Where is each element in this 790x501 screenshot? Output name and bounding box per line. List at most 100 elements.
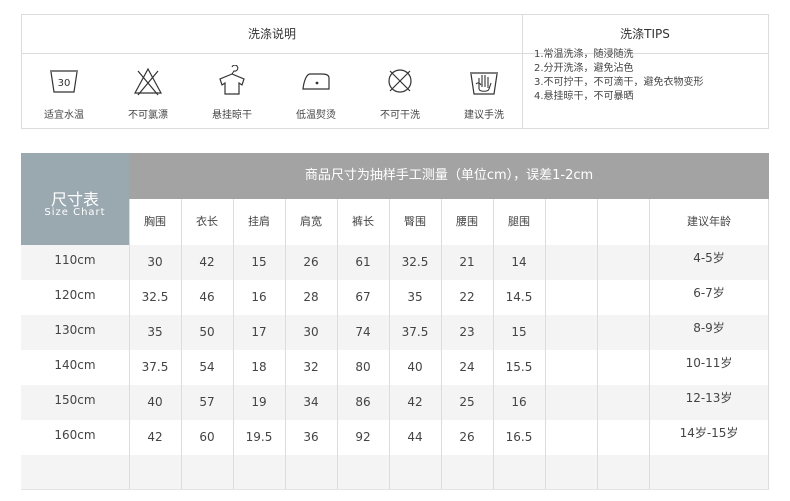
measurement-cell: 37.5 (401, 325, 429, 339)
measurement-cell: 40 (407, 360, 423, 374)
measurement-cell: 15 (511, 325, 527, 339)
age-cell: 4-5岁 (693, 251, 725, 265)
measurement-cell (597, 245, 649, 280)
measurement-cell (545, 455, 597, 490)
measurement-cell: 26 (303, 255, 319, 269)
measurement-cell (545, 280, 597, 315)
column-header: 腰围 (456, 215, 478, 228)
measurement-cell: 28 (303, 290, 319, 304)
size-label (21, 455, 129, 490)
size-chart-badge: 尺寸表 Size Chart (21, 153, 129, 245)
tip-line: 4.悬挂晾干，不可暴晒 (534, 91, 634, 102)
measurement-cell: 16 (511, 395, 527, 409)
size-chart: 尺寸表 Size Chart 商品尺寸为抽样手工测量（单位cm），误差1-2cm… (21, 153, 769, 490)
grid-line (493, 199, 494, 490)
symbol-label: 不可氯漂 (128, 110, 168, 121)
measurement-cell: 15 (251, 255, 267, 269)
column-header: 胸围 (144, 215, 166, 228)
measurement-cell (337, 455, 389, 490)
column-header (597, 199, 649, 245)
column-header: 衣长 (196, 215, 218, 228)
care-symbol-handwash: 建议手洗 (444, 53, 524, 128)
measurement-cell (545, 245, 597, 280)
grid-line (337, 199, 338, 490)
measurement-cell: 42 (407, 395, 423, 409)
hang-dry-icon (219, 65, 245, 95)
measurement-cell: 86 (355, 395, 371, 409)
age-cell: 12-13岁 (685, 391, 733, 405)
measurement-cell: 61 (355, 255, 371, 269)
wash-30-icon: 30 (50, 70, 78, 93)
symbol-label: 建议手洗 (464, 110, 504, 121)
measurement-cell: 15.5 (505, 360, 533, 374)
measurement-cell: 22 (459, 290, 475, 304)
column-header: 肩宽 (300, 215, 322, 228)
column-header: 挂肩 (248, 215, 270, 228)
measurement-cell: 60 (199, 430, 215, 444)
care-symbol-iron: 低温熨烫 (276, 53, 356, 128)
tip-line: 1.常温洗涤，随浸随洗 (534, 49, 634, 60)
column-header: 裤长 (352, 215, 374, 228)
grid-line (181, 199, 182, 490)
measurement-cell: 74 (355, 325, 371, 339)
grid-line (597, 199, 598, 490)
grid-line (649, 199, 650, 490)
measurement-note: 商品尺寸为抽样手工测量（单位cm），误差1-2cm (129, 153, 769, 199)
hand-wash-icon (470, 72, 498, 95)
measurement-cell: 80 (355, 360, 371, 374)
age-cell (649, 455, 769, 490)
measurement-cell (389, 455, 441, 490)
symbol-label: 悬挂晾干 (212, 110, 252, 121)
age-cell: 14岁-15岁 (679, 426, 739, 440)
measurement-cell (545, 420, 597, 455)
measurement-cell: 16.5 (505, 430, 533, 444)
measurement-cell: 24 (459, 360, 475, 374)
measurement-cell: 92 (355, 430, 371, 444)
measurement-cell: 16 (251, 290, 267, 304)
grid-line (129, 199, 130, 490)
size-label: 150cm (54, 393, 96, 407)
measurement-cell: 67 (355, 290, 371, 304)
measurement-cell: 44 (407, 430, 423, 444)
grid-line (233, 199, 234, 490)
column-header: 臀围 (404, 215, 426, 228)
measurement-cell (181, 455, 233, 490)
measurement-cell: 54 (199, 360, 215, 374)
measurement-cell: 57 (199, 395, 215, 409)
tip-line: 3.不可拧干，不可滴干，避免衣物变形 (534, 77, 704, 88)
age-column-header: 建议年龄 (687, 215, 731, 228)
measurement-cell (597, 420, 649, 455)
measurement-cell: 19 (251, 395, 267, 409)
measurement-cell: 35 (407, 290, 423, 304)
low-iron-icon (302, 73, 330, 90)
care-symbol-dryclean: 不可干洗 (360, 53, 440, 128)
care-symbol-wash: 30 适宜水温 (24, 53, 104, 128)
age-cell: 8-9岁 (693, 321, 725, 335)
measurement-cell: 23 (459, 325, 475, 339)
measurement-cell: 42 (147, 430, 163, 444)
no-dry-clean-icon (388, 69, 412, 93)
grid-line (768, 199, 769, 490)
size-label: 160cm (54, 428, 96, 442)
measurement-cell (597, 385, 649, 420)
measurement-cell: 34 (303, 395, 319, 409)
measurement-cell: 32 (303, 360, 319, 374)
measurement-cell: 46 (199, 290, 215, 304)
grid-line (441, 199, 442, 490)
measurement-cell: 30 (303, 325, 319, 339)
measurement-cell (597, 350, 649, 385)
measurement-cell: 35 (147, 325, 163, 339)
measurement-cell (285, 455, 337, 490)
measurement-cell: 25 (459, 395, 475, 409)
care-symbols: 30 适宜水温 不可氯漂 悬挂晾干 低温熨烫 不可干洗 建议手洗 (22, 53, 522, 128)
wash-temp: 30 (58, 78, 71, 89)
measurement-cell (597, 280, 649, 315)
grid-line (21, 489, 769, 490)
measurement-cell: 26 (459, 430, 475, 444)
measurement-cell: 17 (251, 325, 267, 339)
measurement-cell: 19.5 (245, 430, 273, 444)
measurement-cell: 50 (199, 325, 215, 339)
size-label: 120cm (54, 288, 96, 302)
measurement-cell: 14.5 (505, 290, 533, 304)
measurement-cell (493, 455, 545, 490)
